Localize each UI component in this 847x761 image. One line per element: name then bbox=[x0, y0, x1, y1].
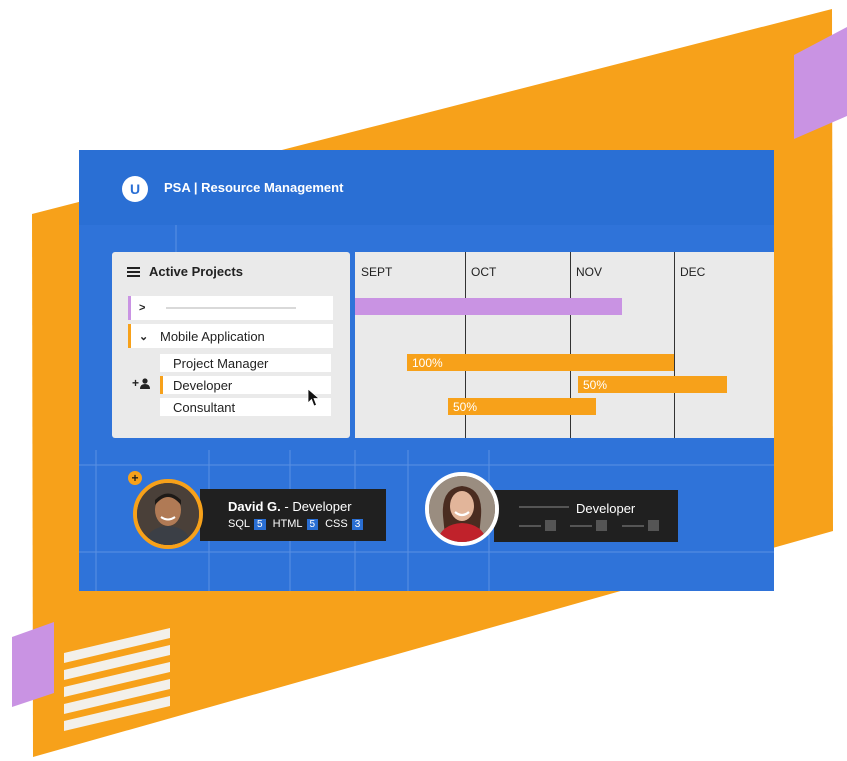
app-title: PSA | Resource Management bbox=[164, 180, 344, 195]
placeholder-box bbox=[596, 520, 607, 531]
menu-icon[interactable] bbox=[127, 266, 140, 277]
skill-level-badge: 5 bbox=[254, 518, 266, 530]
placeholder-box bbox=[545, 520, 556, 531]
timeline-bar-developer[interactable]: 50% bbox=[578, 376, 727, 393]
resource-role: Developer bbox=[576, 501, 636, 516]
skill-list: SQL 5 HTML 5 CSS 3 bbox=[228, 518, 366, 530]
month-dec: DEC bbox=[680, 265, 706, 279]
placeholder-line bbox=[570, 525, 592, 527]
placeholder-line bbox=[519, 506, 569, 508]
avatar-david[interactable] bbox=[133, 479, 203, 549]
role-consultant[interactable]: Consultant bbox=[160, 398, 331, 416]
month-sept: SEPT bbox=[361, 265, 393, 279]
placeholder-box bbox=[648, 520, 659, 531]
active-projects-title: Active Projects bbox=[149, 264, 243, 279]
resource-card-david[interactable]: David G. - Developer SQL 5 HTML 5 CSS 3 bbox=[200, 489, 386, 541]
resource-role: - Developer bbox=[284, 499, 352, 514]
month-nov: NOV bbox=[576, 265, 603, 279]
project-row-collapsed[interactable]: > bbox=[128, 296, 333, 320]
avatar-developer[interactable] bbox=[425, 472, 499, 546]
resource-name: David G. bbox=[228, 499, 281, 514]
chevron-right-icon[interactable]: > bbox=[139, 302, 151, 314]
skill-name: CSS bbox=[325, 518, 348, 530]
lavender-tab-bottom bbox=[12, 622, 54, 707]
skill-name: SQL bbox=[228, 518, 251, 530]
project-accent-bar bbox=[128, 324, 131, 348]
timeline-panel: SEPT OCT NOV DEC 100% 50% 50% bbox=[355, 252, 774, 438]
add-user-icon[interactable]: + bbox=[132, 376, 151, 390]
role-developer[interactable]: Developer bbox=[160, 376, 331, 394]
placeholder-line bbox=[519, 525, 541, 527]
project-row-mobile-application[interactable]: ⌄ Mobile Application bbox=[128, 324, 333, 348]
skill-level-badge: 3 bbox=[351, 518, 364, 530]
active-projects-panel: Active Projects > ⌄ Mobile Application +… bbox=[112, 252, 350, 438]
timeline-bar-consultant[interactable]: 50% bbox=[448, 398, 596, 415]
chevron-down-icon[interactable]: ⌄ bbox=[139, 330, 151, 343]
project-label: Mobile Application bbox=[160, 328, 265, 344]
resource-management-window: U PSA | Resource Management Active Proje… bbox=[79, 150, 774, 591]
app-header: U PSA | Resource Management bbox=[79, 150, 774, 225]
role-project-manager[interactable]: Project Manager bbox=[160, 354, 331, 372]
resource-name-line: David G. - Developer bbox=[228, 499, 352, 514]
resource-card-developer[interactable]: Developer bbox=[494, 490, 678, 542]
active-projects-header: Active Projects bbox=[127, 264, 243, 279]
timeline-bar-project-manager[interactable]: 100% bbox=[407, 354, 674, 371]
timeline-bar-project[interactable] bbox=[355, 298, 622, 315]
skill-level-badge: 5 bbox=[306, 518, 319, 530]
app-logo[interactable]: U bbox=[122, 176, 148, 202]
add-resource-icon[interactable]: + bbox=[128, 471, 142, 485]
placeholder-line bbox=[166, 307, 296, 309]
project-accent-bar bbox=[128, 296, 131, 320]
mouse-cursor-icon bbox=[307, 388, 321, 407]
month-oct: OCT bbox=[471, 265, 497, 279]
placeholder-line bbox=[622, 525, 644, 527]
skill-name: HTML bbox=[272, 518, 303, 530]
timeline-divider bbox=[674, 252, 675, 438]
